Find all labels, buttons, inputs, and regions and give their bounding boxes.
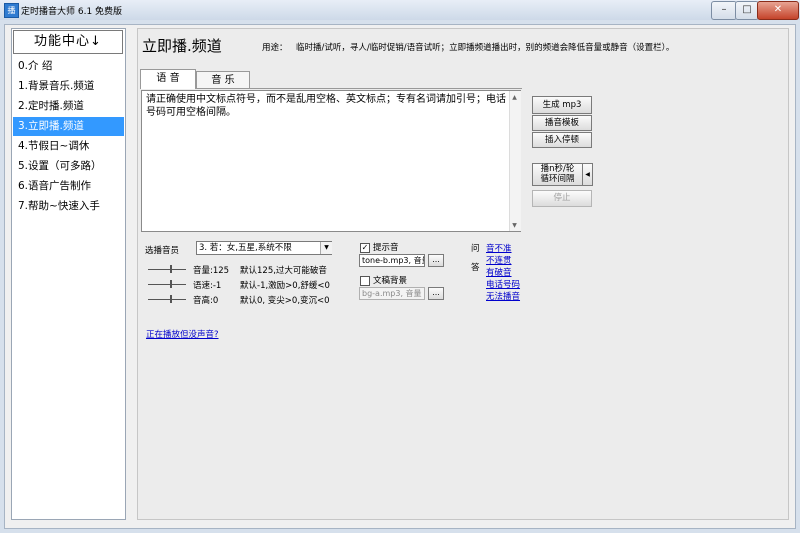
loop-options-icon[interactable]: ◀ [582, 163, 593, 186]
minimize-button[interactable]: – [711, 1, 737, 20]
sidebar-title[interactable]: 功能中心↓ [13, 30, 123, 54]
speed-value: 语速:-1 [193, 281, 222, 291]
app-icon: 播 [4, 3, 19, 18]
volume-slider[interactable] [148, 265, 186, 273]
prompt-tone-field[interactable]: tone-b.mp3, 音量 [359, 254, 425, 267]
qa-link-incoherent[interactable]: 不连贯 [486, 254, 512, 266]
sidebar-item[interactable]: 2.定时播.频道 [13, 97, 124, 116]
pitch-slider[interactable] [148, 295, 186, 303]
background-browse-button[interactable]: ... [428, 287, 444, 300]
prompt-tone-label: 提示音 [373, 243, 399, 253]
no-sound-help-link[interactable]: 正在播放但没声音? [146, 328, 219, 340]
stop-button[interactable]: 停止 [532, 190, 592, 207]
speed-slider[interactable] [148, 280, 186, 288]
prompt-browse-button[interactable]: ... [428, 254, 444, 267]
maximize-button[interactable]: □ [735, 1, 759, 20]
qa-link-phone-number[interactable]: 电话号码 [486, 278, 520, 290]
chevron-down-icon[interactable]: ▼ [320, 242, 332, 254]
volume-value: 音量:125 [193, 266, 230, 276]
background-music-checkbox[interactable] [360, 276, 370, 286]
pitch-hint: 默认0, 变尖>0,变沉<0 [240, 296, 330, 306]
qa-link-inaccurate[interactable]: 音不准 [486, 242, 512, 254]
page-title: 立即播.频道 [142, 37, 222, 55]
play-loop-button[interactable]: 播n秒/轮 循环间隔 [532, 163, 583, 186]
announcer-label: 选播音员 [145, 246, 180, 256]
qa-answer-char: 答 [471, 263, 480, 273]
window-title: 定时播音大师 6.1 免费版 [21, 7, 123, 17]
insert-pause-button[interactable]: 插入停顿 [532, 132, 592, 148]
prompt-tone-checkbox[interactable]: ✓ [360, 243, 370, 253]
sidebar-item[interactable]: 6.语音广告制作 [13, 177, 124, 196]
scroll-up-icon[interactable]: ▲ [509, 92, 520, 103]
usage-text: 临时播/试听，寻人/临时促销/语音试听；立即播频道播出时，别的频道会降低音量或静… [296, 43, 675, 53]
tab-music[interactable]: 音 乐 [196, 71, 250, 88]
pitch-value: 音高:0 [193, 296, 219, 306]
sidebar-item[interactable]: 4.节假日~调休 [13, 137, 124, 156]
usage-label: 用途： [262, 43, 288, 53]
volume-hint: 默认125,过大可能破音 [240, 266, 327, 276]
qa-question-char: 问 [471, 244, 480, 254]
qa-link-cannot-play[interactable]: 无法播音 [486, 290, 520, 302]
tab-voice[interactable]: 语 音 [140, 69, 196, 89]
speed-hint: 默认-1,激励>0,舒缓<0 [240, 281, 330, 291]
sidebar-item[interactable]: 3.立即播.频道 [13, 117, 124, 136]
sidebar-item[interactable]: 0.介 绍 [13, 57, 124, 76]
broadcast-template-button[interactable]: 播音模板 [532, 115, 592, 131]
sidebar-item[interactable]: 1.背景音乐.频道 [13, 77, 124, 96]
scroll-down-icon[interactable]: ▼ [509, 220, 520, 231]
text-scrollbar[interactable] [509, 91, 521, 231]
broadcast-text[interactable]: 请正确使用中文标点符号，而不是乱用空格、英文标点；专有名词请加引号；电话号码可用… [146, 93, 508, 119]
tab-divider [140, 88, 522, 89]
generate-mp3-button[interactable]: 生成 mp3 [532, 96, 592, 114]
background-music-field[interactable]: bg-a.mp3, 音量 [359, 287, 425, 300]
announcer-select[interactable]: 3. 若：女,五星,系统不限 [196, 241, 332, 255]
sidebar-item[interactable]: 5.设置（可多路） [13, 157, 124, 176]
play-loop-label-2: 循环间隔 [540, 173, 575, 184]
qa-link-distortion[interactable]: 有破音 [486, 266, 512, 278]
close-button[interactable]: ✕ [757, 1, 799, 20]
sidebar-item[interactable]: 7.帮助~快速入手 [13, 197, 124, 216]
background-music-label: 文稿背景 [373, 276, 408, 286]
